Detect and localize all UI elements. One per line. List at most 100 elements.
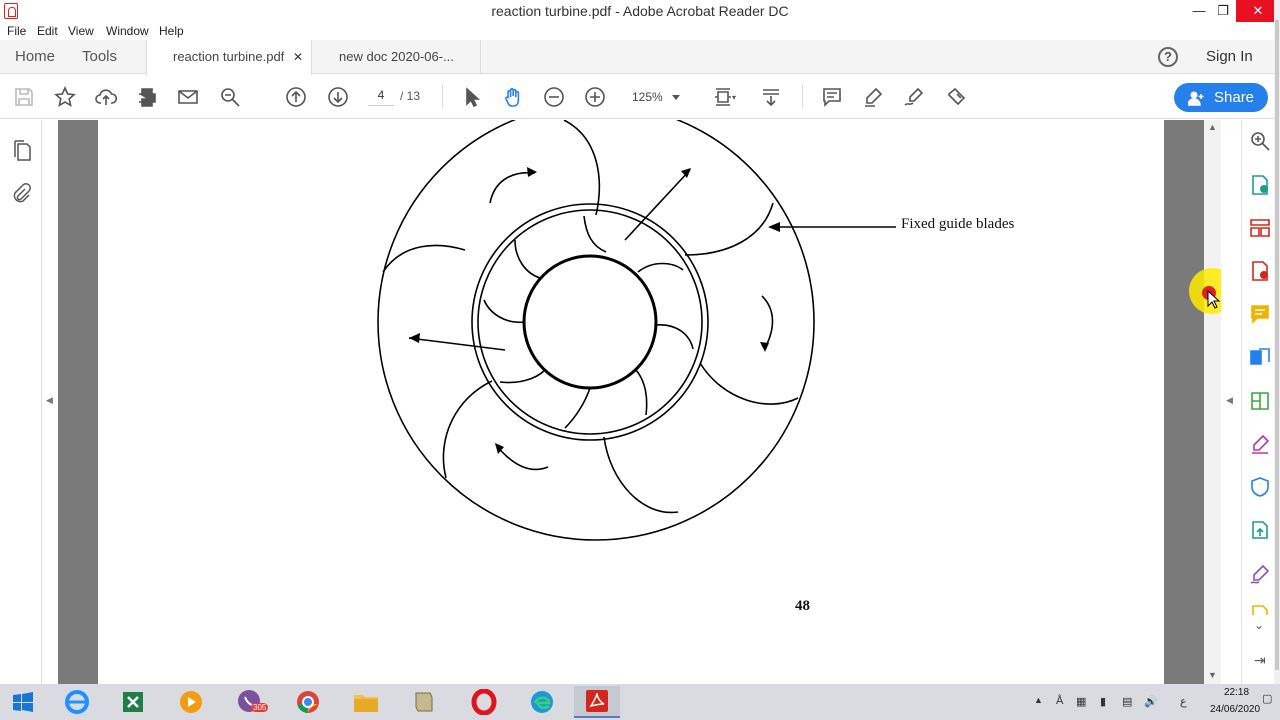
add-person-icon (1188, 91, 1204, 106)
opera-icon[interactable] (461, 686, 507, 718)
menu-view[interactable]: View (68, 24, 94, 38)
tab-reaction-turbine[interactable]: reaction turbine.pdf ✕ (146, 40, 312, 75)
tab-label: reaction turbine.pdf (173, 49, 285, 64)
menu-edit[interactable]: Edit (37, 24, 58, 38)
document-background-right (1164, 120, 1204, 684)
runner-blade (583, 215, 607, 253)
viber-icon[interactable]: 305 (227, 686, 273, 718)
edge-icon[interactable] (519, 686, 565, 718)
share-button[interactable]: Share (1174, 83, 1268, 112)
scroll-mode-icon[interactable] (759, 85, 783, 109)
search-icon[interactable] (218, 85, 242, 109)
zoom-in-icon[interactable] (583, 85, 607, 109)
flow-arrow (495, 444, 549, 471)
more-tools-partial-icon[interactable] (1249, 603, 1271, 615)
upload-cloud-icon[interactable] (94, 85, 118, 109)
media-player-icon[interactable] (168, 686, 214, 718)
battery-icon[interactable]: ▮ (1100, 695, 1106, 708)
edit-form-icon[interactable] (944, 85, 968, 109)
left-panel-toggle-strip[interactable]: ◀ (42, 120, 58, 684)
windows-taskbar: 305 ▲ Å ▦ ▮ ▤ 🔊 ع 22:18 24/06/2020 ▢ (0, 684, 1280, 720)
comment-icon[interactable] (820, 85, 844, 109)
fill-sign-icon[interactable] (1249, 433, 1271, 455)
scroll-tools-down-icon[interactable]: ⌄ (1254, 618, 1264, 632)
notifications-icon[interactable]: ▢ (1262, 692, 1272, 705)
tab-home[interactable]: Home (15, 40, 55, 74)
vertical-scrollbar[interactable]: ▲ ▼ (1204, 120, 1221, 684)
bluetooth-icon[interactable]: Å (1056, 695, 1063, 707)
runner-hub (522, 254, 658, 390)
hand-tool-icon[interactable] (501, 85, 525, 109)
acrobat-taskbar-icon[interactable] (574, 686, 620, 718)
tab-new-doc[interactable]: new doc 2020-06-... (313, 40, 481, 74)
right-panel-toggle-strip[interactable]: ◀ (1221, 120, 1241, 684)
show-hidden-icons[interactable]: ▲ (1034, 695, 1043, 705)
runner-blade (514, 239, 541, 279)
clock-time[interactable]: 22:18 (1224, 687, 1249, 698)
scroll-down-icon[interactable]: ▼ (1208, 670, 1217, 680)
save-icon[interactable] (12, 85, 36, 109)
create-pdf-icon[interactable] (1249, 260, 1271, 282)
combine-files-icon[interactable] (1249, 346, 1271, 368)
organize-pages-icon[interactable] (1249, 217, 1271, 239)
zoom-out-icon[interactable] (542, 85, 566, 109)
print-icon[interactable] (135, 85, 159, 109)
script-app-icon[interactable] (401, 686, 447, 718)
page-total: / 13 (400, 89, 421, 103)
menu-help[interactable]: Help (159, 24, 184, 38)
page-thumbnails-icon[interactable] (12, 140, 32, 162)
excel-icon[interactable] (110, 686, 156, 718)
wifi-icon[interactable]: ▤ (1122, 695, 1132, 708)
page-number-input[interactable]: 4 (368, 88, 394, 106)
next-page-icon[interactable] (326, 85, 350, 109)
guide-ring-outer (471, 203, 709, 441)
protect-shield-icon[interactable] (1249, 476, 1271, 498)
tab-tools[interactable]: Tools (82, 40, 117, 74)
page-fit-icon[interactable]: ▾ (707, 85, 741, 109)
title-bar: reaction turbine.pdf - Adobe Acrobat Rea… (0, 0, 1280, 22)
internet-explorer-icon[interactable] (54, 686, 100, 718)
collapse-right-panel-icon[interactable]: ◀ (1226, 395, 1233, 406)
guide-blade (442, 380, 493, 479)
language-indicator[interactable]: ع (1180, 695, 1187, 708)
windows-start-icon[interactable] (0, 686, 46, 718)
email-icon[interactable] (176, 85, 200, 109)
draw-sign-icon[interactable] (902, 85, 926, 109)
scroll-up-icon[interactable]: ▲ (1208, 122, 1217, 132)
highlight-pen-icon[interactable] (861, 85, 885, 109)
comment-tool-icon[interactable] (1249, 303, 1271, 325)
bookmark-star-icon[interactable] (53, 85, 77, 109)
outer-scrollbar[interactable] (1274, 0, 1280, 684)
guide-blade (563, 120, 601, 216)
runner-blade (654, 324, 694, 350)
runner-blade (635, 369, 648, 416)
runner-blade (637, 262, 684, 273)
menu-window[interactable]: Window (106, 24, 149, 38)
previous-page-icon[interactable] (284, 85, 308, 109)
share-label: Share (1214, 89, 1255, 106)
network-icon[interactable]: ▦ (1076, 695, 1086, 708)
help-icon[interactable]: ? (1158, 47, 1178, 67)
turbine-diagram (377, 120, 896, 541)
expand-left-panel-icon[interactable]: ◀ (46, 395, 53, 406)
compress-pdf-icon[interactable] (1249, 390, 1271, 412)
send-for-review-icon[interactable] (1249, 519, 1271, 541)
export-pdf-icon[interactable] (1249, 174, 1271, 196)
menu-file[interactable]: File (7, 24, 26, 38)
volume-icon[interactable]: 🔊 (1144, 695, 1158, 708)
zoom-dropdown[interactable]: 125% (624, 87, 686, 107)
attachment-paperclip-icon[interactable] (11, 182, 31, 204)
zoom-search-icon[interactable] (1249, 130, 1271, 152)
file-explorer-icon[interactable] (343, 686, 389, 718)
chrome-icon[interactable] (285, 686, 331, 718)
flow-arrow (489, 171, 536, 204)
sign-in-button[interactable]: Sign In (1206, 40, 1253, 74)
close-tab-icon[interactable]: ✕ (293, 40, 303, 74)
clock-date[interactable]: 24/06/2020 (1210, 704, 1260, 715)
flow-arrow (624, 169, 691, 241)
select-cursor-icon[interactable] (460, 85, 484, 109)
request-signatures-icon[interactable] (1249, 563, 1271, 585)
collapse-tools-pane-icon[interactable]: ⇥ (1254, 652, 1266, 669)
guide-blade (603, 436, 679, 514)
flow-arrow (408, 337, 506, 351)
